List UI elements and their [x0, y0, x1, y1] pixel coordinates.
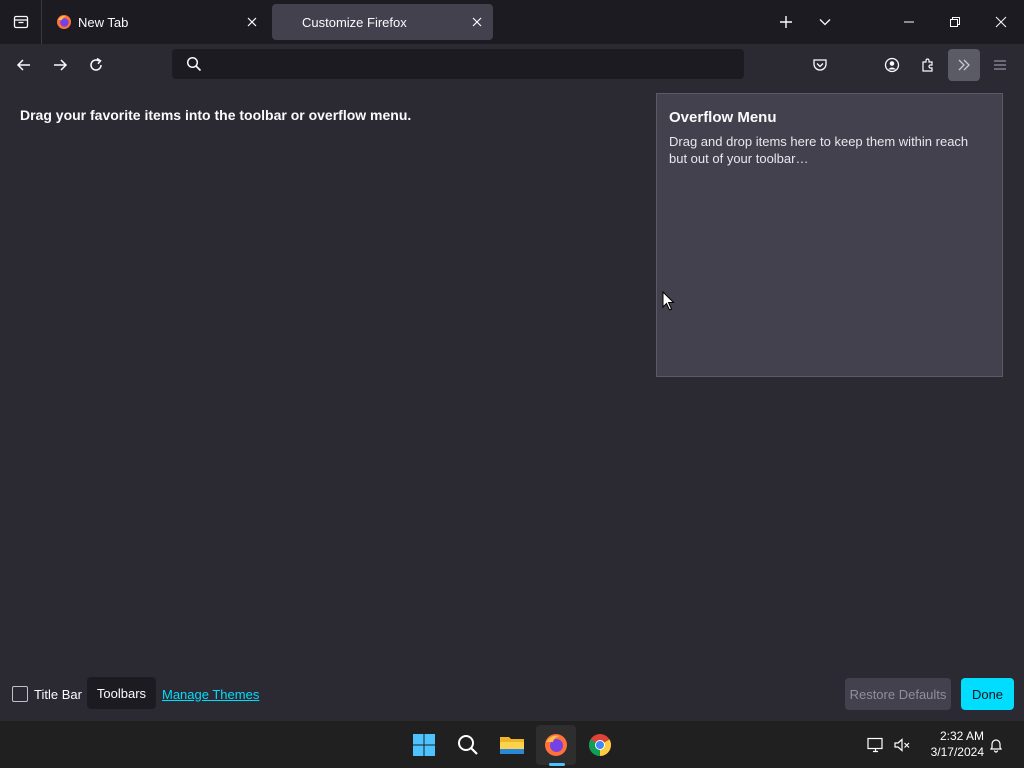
firefox-view-icon	[13, 15, 28, 29]
firefox-taskbar-button[interactable]	[536, 725, 576, 765]
notifications-button[interactable]	[986, 735, 1006, 755]
puzzle-icon	[922, 58, 933, 72]
file-explorer-icon	[500, 737, 524, 754]
network-icon[interactable]	[866, 735, 886, 755]
close-window-button[interactable]	[978, 0, 1024, 44]
tab-strip: New Tab Customize Firefox	[0, 0, 1024, 44]
firefox-icon	[57, 15, 71, 29]
search-icon	[458, 735, 478, 755]
toolbars-button[interactable]: Toolbars	[87, 677, 156, 709]
chrome-taskbar-button[interactable]	[580, 725, 620, 765]
double-chevron-right-icon	[958, 59, 970, 71]
close-tab-button[interactable]	[240, 10, 264, 34]
manage-themes-link[interactable]: Manage Themes	[162, 687, 259, 702]
system-clock[interactable]: 2:32 AM 3/17/2024	[920, 728, 984, 760]
arrow-right-icon	[54, 59, 68, 71]
minimize-icon	[904, 21, 914, 23]
file-explorer-button[interactable]	[492, 725, 532, 765]
restore-defaults-button[interactable]: Restore Defaults	[845, 678, 951, 710]
app-menu-button[interactable]	[984, 49, 1016, 81]
firefox-icon	[545, 734, 567, 756]
close-icon	[472, 17, 482, 27]
overflow-button[interactable]	[948, 49, 980, 81]
minimize-button[interactable]	[886, 0, 932, 44]
arrow-left-icon	[16, 59, 30, 71]
start-button[interactable]	[404, 725, 444, 765]
restore-window-button[interactable]	[932, 0, 978, 44]
overflow-menu-dropzone[interactable]: Overflow Menu Drag and drop items here t…	[656, 93, 1003, 377]
customization-container: Drag your favorite items into the toolba…	[0, 86, 1024, 720]
reload-icon	[90, 57, 102, 71]
volume-muted-icon[interactable]	[892, 735, 912, 755]
taskbar: 2:32 AM 3/17/2024	[0, 720, 1024, 768]
monitor-icon	[867, 737, 883, 753]
overflow-menu-description: Drag and drop items here to keep them wi…	[669, 134, 969, 166]
reload-button[interactable]	[80, 49, 112, 81]
tab-title: New Tab	[78, 14, 129, 30]
extensions-button[interactable]	[912, 49, 944, 81]
chrome-icon	[589, 734, 611, 756]
pocket-button[interactable]	[804, 49, 836, 81]
list-all-tabs-button[interactable]	[809, 6, 841, 38]
close-icon	[247, 17, 257, 27]
search-icon	[186, 56, 202, 72]
title-bar-checkbox[interactable]	[12, 686, 28, 702]
title-bar-label: Title Bar	[34, 686, 82, 702]
close-icon	[995, 16, 1007, 28]
bell-icon	[989, 739, 1003, 753]
tab-title: Customize Firefox	[302, 14, 407, 30]
palette-title: Drag your favorite items into the toolba…	[20, 107, 412, 123]
hamburger-menu-icon	[994, 60, 1006, 70]
close-tab-button[interactable]	[465, 10, 489, 34]
chevron-down-icon	[819, 19, 831, 26]
clock-time: 2:32 AM	[939, 729, 984, 743]
overflow-menu-title: Overflow Menu	[669, 109, 777, 126]
taskbar-search-button[interactable]	[448, 725, 488, 765]
done-button[interactable]: Done	[961, 678, 1014, 710]
firefox-view-button[interactable]	[0, 0, 42, 44]
title-bar-toggle[interactable]: Title Bar	[12, 686, 82, 702]
new-tab-button[interactable]	[770, 6, 802, 38]
speaker-muted-icon	[894, 738, 910, 752]
url-bar[interactable]	[172, 49, 744, 79]
restore-icon	[950, 17, 960, 27]
active-app-indicator	[549, 763, 565, 766]
customization-footer: Title Bar Toolbars Manage Themes Restore…	[0, 670, 1024, 716]
mouse-pointer-icon	[662, 291, 675, 311]
tab-new-tab[interactable]: New Tab	[46, 4, 268, 40]
back-button[interactable]	[8, 49, 40, 81]
pocket-icon	[813, 59, 827, 71]
start-icon	[413, 734, 435, 756]
plus-icon	[780, 16, 792, 28]
account-icon	[884, 57, 900, 73]
account-button[interactable]	[876, 49, 908, 81]
forward-button[interactable]	[44, 49, 76, 81]
clock-date: 3/17/2024	[930, 745, 984, 759]
tab-customize-firefox[interactable]: Customize Firefox	[272, 4, 493, 40]
